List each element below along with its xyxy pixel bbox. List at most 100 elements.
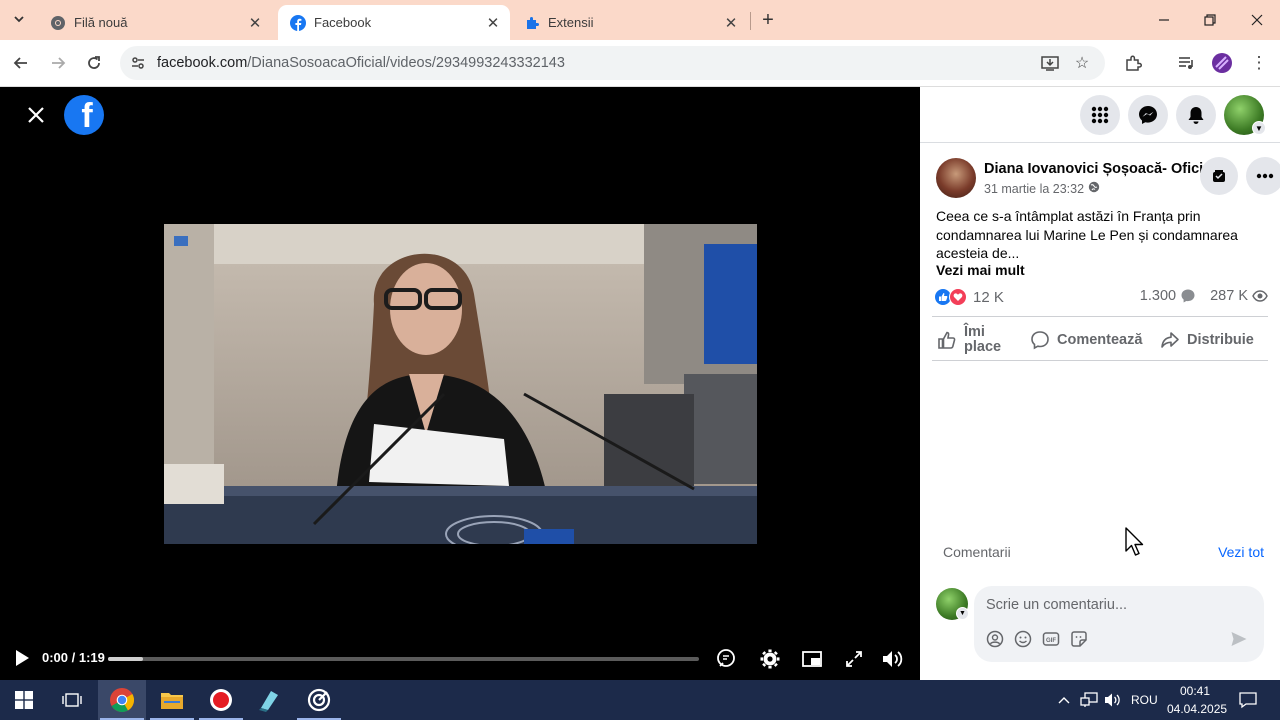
see-all-comments-link[interactable]: Vezi tot [1218, 544, 1264, 560]
share-button[interactable]: Distribuie [1160, 317, 1270, 362]
messenger-icon[interactable] [1128, 95, 1168, 135]
speaker-icon[interactable] [1103, 690, 1123, 710]
menu-grid-icon[interactable] [1080, 95, 1120, 135]
post-author-name[interactable]: Diana Iovanovici Șoșoacă- Oficial [984, 161, 1215, 177]
reactions-summary[interactable]: 12 K [934, 288, 1004, 306]
reload-icon[interactable] [81, 50, 107, 76]
svg-text:GIF: GIF [1046, 638, 1056, 644]
bookmark-star-icon[interactable]: ☆ [1072, 53, 1092, 73]
tab-search-chevron-icon[interactable] [8, 8, 30, 30]
address-bar[interactable]: facebook.com/DianaSosoacaOficial/videos/… [120, 46, 1105, 80]
like-button-label: Îmi place [964, 323, 1002, 355]
fullscreen-icon[interactable] [841, 646, 867, 672]
video-still-image [164, 224, 757, 544]
media-controls-icon[interactable] [1173, 50, 1199, 76]
close-viewer-icon[interactable] [24, 103, 48, 127]
close-tab-icon[interactable]: ✕ [722, 14, 740, 32]
post-side-panel: ▼ Diana Iovanovici Șoșoacă- Oficial 31 m… [920, 87, 1280, 680]
like-button[interactable]: Îmi place [937, 317, 1027, 362]
browser-menu-icon[interactable]: ⋮ [1246, 50, 1272, 76]
reactions-count: 12 K [973, 288, 1004, 306]
tab-facebook[interactable]: Facebook ✕ [278, 5, 510, 40]
picture-in-picture-icon[interactable] [799, 646, 825, 672]
screen-recorder-icon[interactable] [197, 680, 245, 720]
target-app-icon[interactable] [295, 680, 343, 720]
mouse-cursor-icon [1125, 527, 1145, 557]
file-explorer-icon[interactable] [148, 680, 196, 720]
comment-bubble-icon [1180, 288, 1196, 304]
love-reaction-icon [949, 288, 967, 306]
see-more-link[interactable]: Vezi mai mult [936, 262, 1025, 278]
windows-taskbar: ROU 00:41 04.04.2025 [0, 680, 1280, 720]
clock-time[interactable]: 00:41 [1180, 684, 1210, 698]
facebook-icon [290, 14, 306, 31]
site-settings-icon[interactable] [128, 53, 148, 73]
comments-heading: Comentarii [943, 544, 1011, 560]
video-timecode: 0:00 / 1:19 [42, 650, 105, 665]
avatar-sticker-icon[interactable] [986, 630, 1004, 648]
eye-icon [1252, 290, 1268, 302]
comment-icon [1030, 330, 1050, 350]
comment-button-label: Comentează [1057, 331, 1143, 348]
gif-icon[interactable]: GIF [1042, 630, 1060, 648]
send-icon[interactable] [1230, 630, 1248, 648]
video-controls: 0:00 / 1:19 [0, 642, 920, 676]
video-progress-bar[interactable] [108, 657, 699, 661]
tray-chevron-up-icon[interactable] [1054, 690, 1074, 710]
facebook-logo-icon[interactable]: f [64, 95, 104, 135]
minimize-icon[interactable] [1141, 0, 1187, 40]
sticker-icon[interactable] [1070, 630, 1088, 648]
task-view-icon[interactable] [48, 680, 96, 720]
close-tab-icon[interactable]: ✕ [246, 14, 264, 32]
globe-icon [1088, 181, 1100, 196]
extensions-puzzle-icon[interactable] [1120, 50, 1146, 76]
post-stats: 1.300 287 K [1140, 288, 1268, 304]
play-icon[interactable] [12, 648, 32, 668]
url-path: /DianaSosoacaOficial/videos/293499324333… [247, 55, 565, 71]
video-viewer: f 0:00 / 1:19 [0, 87, 920, 680]
notifications-bell-icon[interactable] [1176, 95, 1216, 135]
restore-icon[interactable] [1187, 0, 1233, 40]
chevron-down-icon[interactable]: ▼ [956, 607, 969, 620]
browser-tab-strip: Filă nouă ✕ Facebook ✕ Extensii ✕ + [0, 0, 1280, 40]
chevron-down-icon[interactable]: ▼ [1252, 121, 1266, 135]
page-avatar[interactable] [936, 158, 976, 198]
tab-separator [750, 12, 751, 30]
windows-start-icon[interactable] [0, 680, 48, 720]
tab-extensions[interactable]: Extensii ✕ [512, 5, 748, 40]
browser-toolbar: facebook.com/DianaSosoacaOficial/videos/… [0, 40, 1280, 87]
volume-icon[interactable] [880, 646, 906, 672]
share-icon [1160, 330, 1180, 350]
video-frame[interactable] [164, 224, 757, 544]
tab-title: Facebook [314, 15, 372, 30]
puzzle-icon [524, 15, 540, 31]
captions-icon[interactable] [713, 646, 739, 672]
install-app-icon[interactable] [1040, 53, 1060, 73]
tab-title: Filă nouă [74, 15, 128, 30]
back-arrow-icon[interactable] [8, 50, 34, 76]
notepad-app-icon[interactable] [245, 680, 293, 720]
input-language[interactable]: ROU [1131, 693, 1158, 707]
new-tab-plus-icon[interactable]: + [758, 9, 778, 31]
profile-avatar[interactable] [1209, 50, 1235, 76]
tab-new-tab[interactable]: Filă nouă ✕ [38, 5, 272, 40]
post-actions-bar: Îmi place Comentează Distribuie [932, 316, 1268, 361]
close-tab-icon[interactable]: ✕ [484, 14, 502, 32]
emoji-icon[interactable] [1014, 630, 1032, 648]
comment-composer[interactable]: Scrie un comentariu... GIF [974, 586, 1264, 662]
clock-date[interactable]: 04.04.2025 [1167, 702, 1227, 716]
comment-button[interactable]: Comentează [1030, 317, 1150, 362]
comment-input-placeholder[interactable]: Scrie un comentariu... [986, 597, 1127, 613]
action-center-icon[interactable] [1238, 690, 1258, 710]
url-text: facebook.com/DianaSosoacaOficial/videos/… [157, 55, 565, 71]
forward-arrow-icon[interactable] [45, 50, 71, 76]
post-timestamp[interactable]: 31 martie la 23:32 [984, 181, 1100, 196]
chrome-icon [50, 15, 66, 31]
close-window-icon[interactable] [1234, 0, 1280, 40]
settings-gear-icon[interactable] [757, 646, 783, 672]
chrome-taskbar-icon[interactable] [98, 680, 146, 720]
save-video-icon[interactable] [1200, 157, 1238, 195]
network-icon[interactable] [1079, 690, 1099, 710]
comments-count[interactable]: 1.300 [1140, 288, 1176, 304]
more-options-icon[interactable] [1246, 157, 1280, 195]
